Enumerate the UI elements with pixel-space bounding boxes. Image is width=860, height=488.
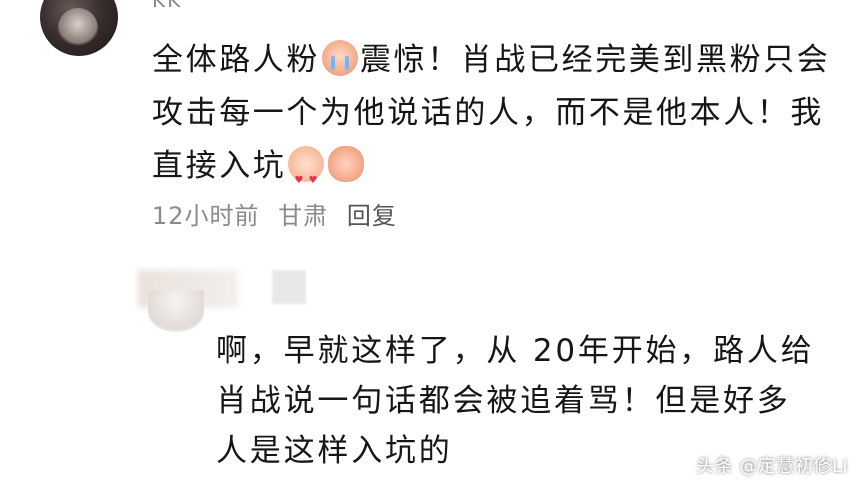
comment-avatar[interactable]	[40, 0, 118, 56]
comment-text: 全体路人粉 震惊！肖战已经完美到黑粉只会攻击每一个为他说话的人，而不是他本人！我直…	[152, 34, 832, 207]
reply-avatar[interactable]	[148, 290, 204, 330]
comment-text-part-1: 全体路人粉	[152, 42, 320, 78]
comment-location: 甘肃	[278, 202, 329, 230]
comment-meta: 12小时前 甘肃 回复	[152, 196, 407, 231]
reply-button[interactable]: 回复	[347, 202, 397, 230]
blurred-badge	[272, 270, 306, 304]
comment-time: 12小时前	[152, 202, 260, 230]
comment-username[interactable]: KK	[152, 0, 182, 12]
thumbs-up-icon	[328, 146, 365, 182]
crying-face-icon	[322, 40, 358, 76]
heart-eyes-face-icon	[288, 146, 325, 207]
watermark: 头条 @定慧初修Li	[696, 456, 848, 477]
